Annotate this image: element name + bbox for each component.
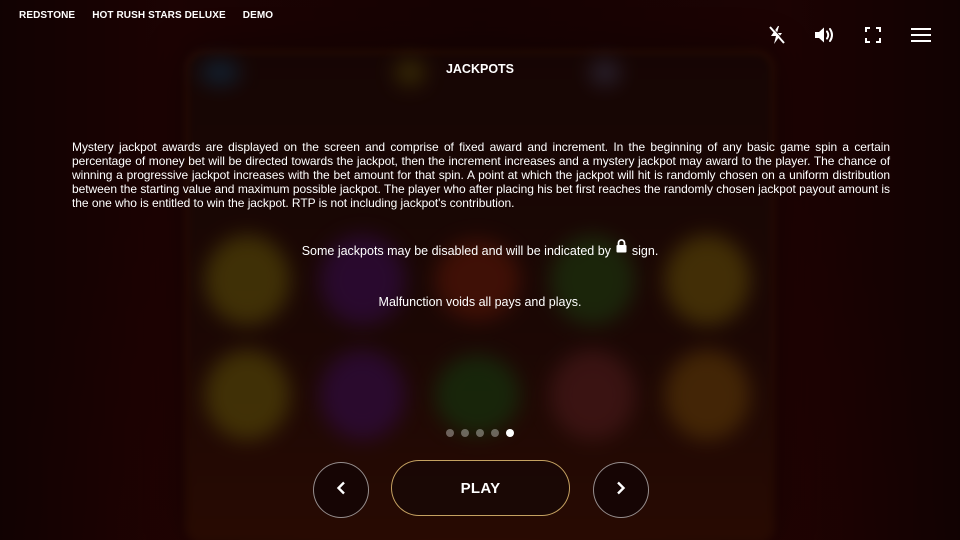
chevron-left-icon xyxy=(336,481,346,500)
provider-name: REDSTONE xyxy=(19,10,76,21)
pagination-dot[interactable] xyxy=(476,429,484,437)
menu-icon[interactable] xyxy=(910,24,932,46)
pagination-dot[interactable] xyxy=(491,429,499,437)
pagination-dots xyxy=(446,429,514,437)
pagination-dot-active[interactable] xyxy=(506,429,514,437)
play-button[interactable]: PLAY xyxy=(391,460,570,516)
lock-notice: Some jackpots may be disabled and will b… xyxy=(0,239,960,258)
next-page-button[interactable] xyxy=(593,462,649,518)
pagination-dot[interactable] xyxy=(461,429,469,437)
malfunction-notice: Malfunction voids all pays and plays. xyxy=(378,295,582,309)
lock-icon xyxy=(616,239,627,256)
game-title: HOT RUSH STARS DELUXE xyxy=(92,10,226,21)
previous-page-button[interactable] xyxy=(313,462,369,518)
turbo-off-icon[interactable] xyxy=(766,24,788,46)
volume-icon[interactable] xyxy=(814,24,836,46)
fullscreen-icon[interactable] xyxy=(862,24,884,46)
page-title: JACKPOTS xyxy=(445,62,515,76)
chevron-right-icon xyxy=(616,481,626,500)
lock-notice-text: Some jackpots may be disabled and will b… xyxy=(301,244,611,258)
top-bar-controls xyxy=(766,24,932,46)
pagination-dot[interactable] xyxy=(446,429,454,437)
top-bar-info: REDSTONE HOT RUSH STARS DELUXE DEMO xyxy=(19,10,273,21)
jackpot-description: Mystery jackpot awards are displayed on … xyxy=(72,140,890,210)
mode-label: DEMO xyxy=(242,10,274,21)
dim-overlay xyxy=(0,0,960,540)
lock-notice-suffix: sign. xyxy=(631,244,659,258)
